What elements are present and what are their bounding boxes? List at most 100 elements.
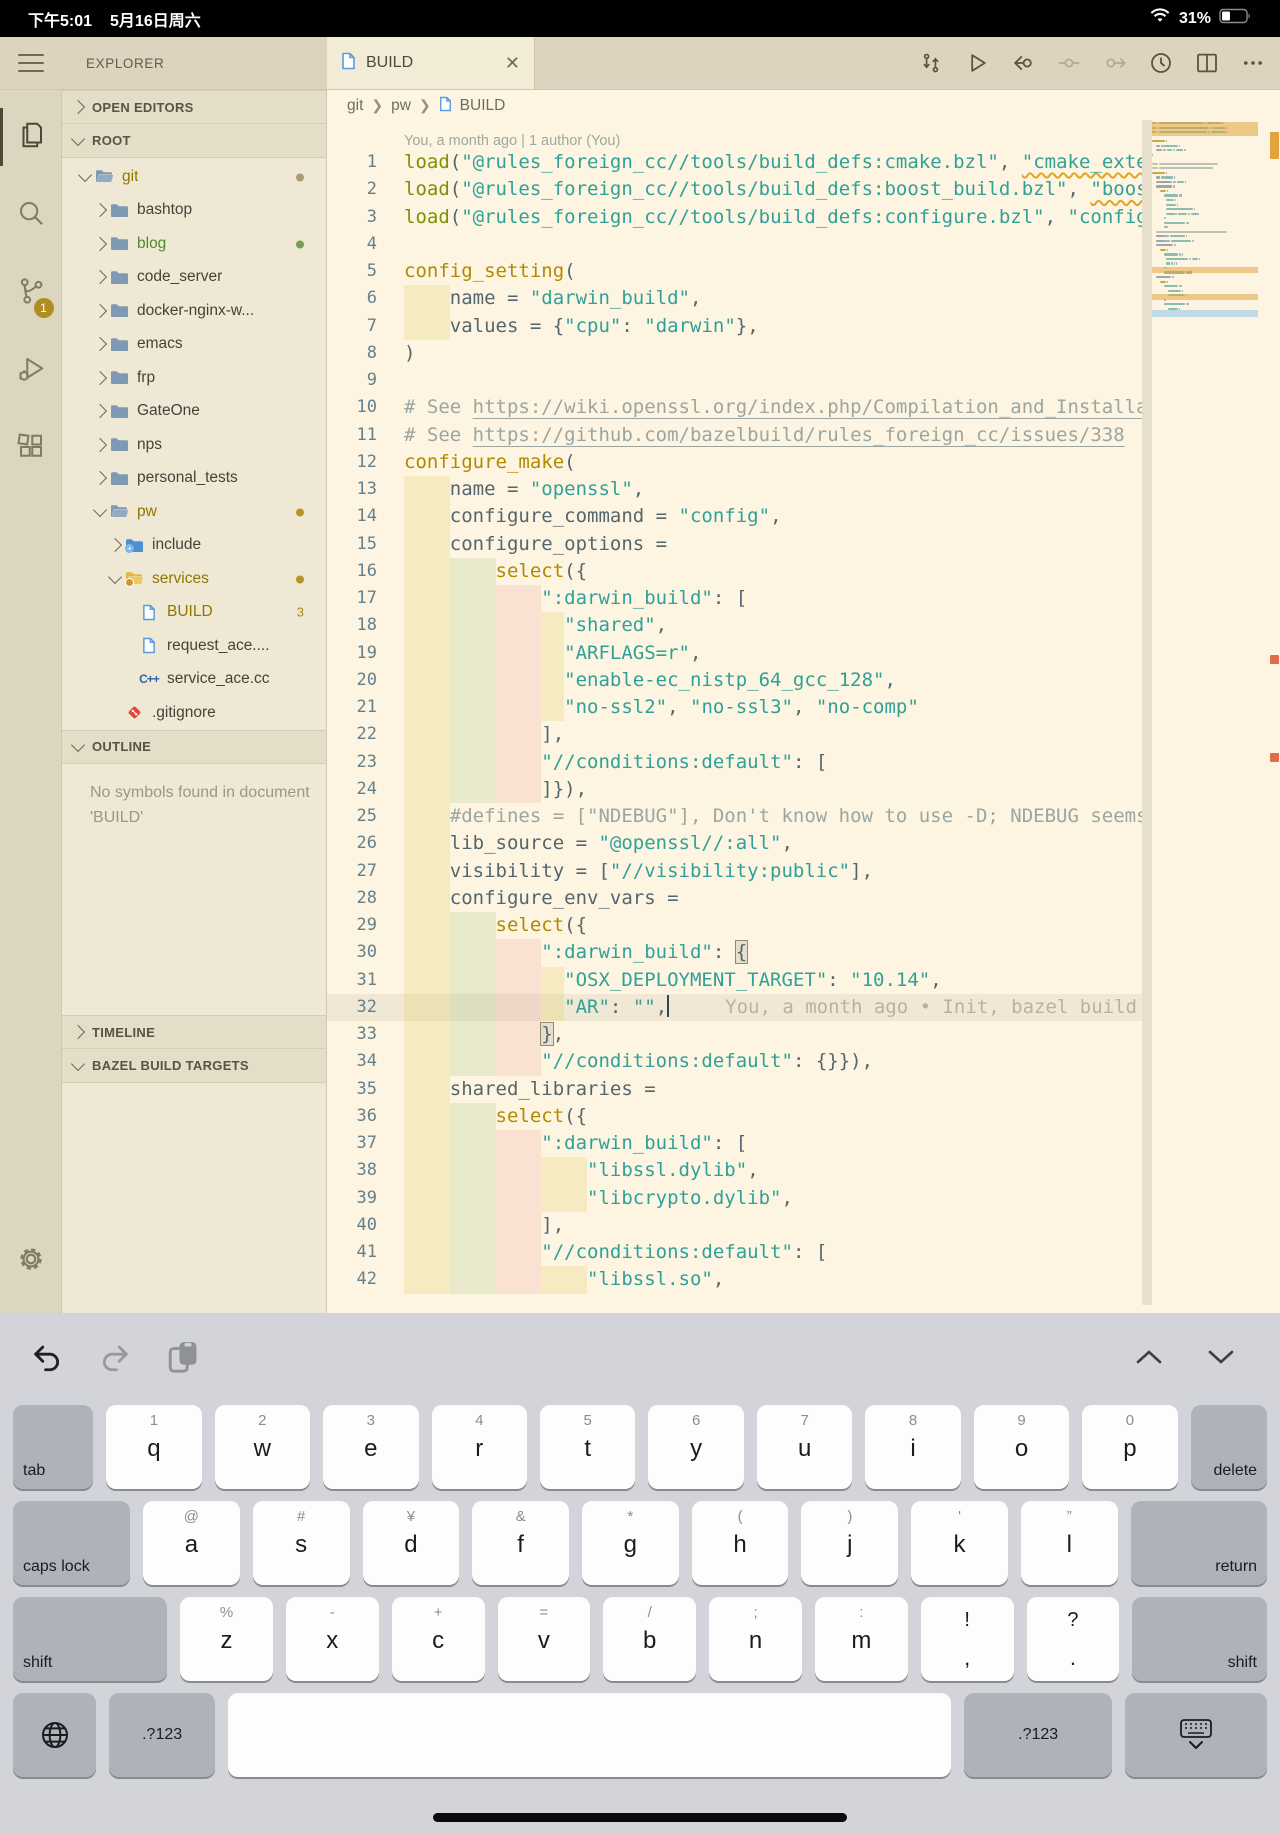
- key-keyboard-dismiss[interactable]: [1125, 1693, 1267, 1777]
- code-line-11[interactable]: 11 # See https://github.com/bazelbuild/ru…: [327, 422, 1142, 449]
- key-i[interactable]: 8i: [865, 1405, 961, 1489]
- scroll-up-icon[interactable]: [1134, 1347, 1164, 1372]
- menu-button[interactable]: [0, 37, 62, 89]
- key-shift[interactable]: shift: [1132, 1597, 1267, 1681]
- code-line-14[interactable]: 14 configure_command = "config",: [327, 503, 1142, 531]
- activity-explorer[interactable]: [0, 98, 62, 176]
- navigate-forward-icon[interactable]: [1102, 50, 1128, 76]
- tab-build[interactable]: BUILD ✕: [327, 37, 535, 89]
- minimap[interactable]: [1152, 122, 1258, 422]
- code-line-28[interactable]: 28 configure_env_vars =: [327, 884, 1142, 912]
- code-line-23[interactable]: 23 "//conditions:default": [: [327, 748, 1142, 776]
- code-line-36[interactable]: 36 select({: [327, 1102, 1142, 1130]
- code-line-12[interactable]: 12 configure_make(: [327, 449, 1142, 476]
- code-line-40[interactable]: 40],: [327, 1211, 1142, 1239]
- history-icon[interactable]: [1148, 50, 1174, 76]
- code-line-26[interactable]: 26 lib_source = "@openssl//:all",: [327, 830, 1142, 858]
- tree-item-git[interactable]: git: [62, 160, 326, 194]
- code-line-30[interactable]: 30 ":darwin_build": {: [327, 939, 1142, 967]
- code-line-8[interactable]: 8): [327, 340, 1142, 367]
- key-y[interactable]: 6y: [648, 1405, 744, 1489]
- section-root[interactable]: ROOT: [62, 124, 326, 158]
- key-c[interactable]: + c: [391, 1597, 485, 1681]
- key-space[interactable]: [228, 1693, 951, 1777]
- tree-item-service_ace.cc[interactable]: C++ service_ace.cc: [62, 663, 326, 697]
- key-shift[interactable]: shift: [13, 1597, 168, 1681]
- key-z[interactable]: % z: [180, 1597, 273, 1681]
- code-line-5[interactable]: 5 config_setting(: [327, 258, 1142, 285]
- activity-run-debug[interactable]: [0, 332, 62, 410]
- section-timeline[interactable]: TIMELINE: [62, 1015, 326, 1049]
- code-line-39[interactable]: 39 "libcrypto.dylib",: [327, 1184, 1142, 1212]
- key-g[interactable]: * g: [581, 1501, 679, 1585]
- tree-item-code_server[interactable]: code_server: [62, 261, 326, 295]
- code-line-29[interactable]: 29 select({: [327, 912, 1142, 940]
- code-line-13[interactable]: 13 name = "openssl",: [327, 476, 1142, 504]
- key-delete[interactable]: delete: [1190, 1405, 1268, 1489]
- code-line-10[interactable]: 10 # See https://wiki.openssl.org/index.p…: [327, 394, 1142, 421]
- key-a[interactable]: @ a: [143, 1501, 240, 1585]
- code-area[interactable]: You, a month ago | 1 author (You) 1 load(…: [327, 122, 1142, 1313]
- key-o[interactable]: 9o: [973, 1405, 1070, 1489]
- key-123[interactable]: .?123: [963, 1693, 1113, 1777]
- section-bazel-build-targets[interactable]: BAZEL BUILD TARGETS: [62, 1049, 326, 1083]
- key-x[interactable]: -x: [285, 1597, 379, 1681]
- code-line-2[interactable]: 2 load("@rules_foreign_cc//tools/build_de…: [327, 176, 1142, 203]
- tree-item-pw[interactable]: pw: [62, 495, 326, 529]
- tree-item-frp[interactable]: frp: [62, 361, 326, 395]
- breadcrumb-pw[interactable]: pw: [391, 97, 411, 115]
- split-editor-icon[interactable]: [1194, 50, 1220, 76]
- center-layout-icon[interactable]: [1056, 50, 1082, 76]
- key-f[interactable]: & f: [472, 1501, 569, 1585]
- code-line-27[interactable]: 27 visibility = ["//visibility:public"],: [327, 857, 1142, 885]
- key-tab[interactable]: tab: [13, 1405, 94, 1489]
- tree-item-emacs[interactable]: emacs: [62, 328, 326, 362]
- code-line-35[interactable]: 35 shared_libraries =: [327, 1075, 1142, 1103]
- compare-changes-icon[interactable]: [918, 50, 944, 76]
- tree-item-nps[interactable]: nps: [62, 428, 326, 462]
- code-line-9[interactable]: 9: [327, 367, 1142, 394]
- code-line-32[interactable]: 32 "AR": "", You, a month ago • Init, baze…: [327, 993, 1142, 1021]
- tree-item-blog[interactable]: blog: [62, 227, 326, 261]
- key-t[interactable]: 5t: [539, 1405, 636, 1489]
- tree-item-GateOne[interactable]: GateOne: [62, 395, 326, 429]
- key-123[interactable]: .?123: [109, 1693, 216, 1777]
- code-line-31[interactable]: 31 "OSX_DEPLOYMENT_TARGET": "10.14",: [327, 966, 1142, 994]
- key-v[interactable]: = v: [497, 1597, 591, 1681]
- section-outline[interactable]: OUTLINE: [62, 729, 326, 764]
- code-line-1[interactable]: 1 load("@rules_foreign_cc//tools/build_de…: [327, 149, 1142, 176]
- key-w[interactable]: 2w: [214, 1405, 311, 1489]
- code-line-22[interactable]: 22],: [327, 721, 1142, 749]
- key-l[interactable]: ” l: [1020, 1501, 1118, 1585]
- activity-source-control[interactable]: 1: [0, 254, 62, 332]
- code-line-38[interactable]: 38 "libssl.dylib",: [327, 1157, 1142, 1185]
- key-h[interactable]: (h: [691, 1501, 789, 1585]
- section-open-editors[interactable]: OPEN EDITORS: [62, 90, 326, 124]
- key-return[interactable]: return: [1130, 1501, 1268, 1585]
- code-line-17[interactable]: 17 ":darwin_build": [: [327, 585, 1142, 613]
- tree-item-services[interactable]: services: [62, 562, 326, 596]
- key-m[interactable]: :m: [814, 1597, 908, 1681]
- activity-search[interactable]: [0, 176, 62, 254]
- editor-scrollbar[interactable]: [1142, 120, 1152, 1305]
- run-icon[interactable]: [964, 50, 990, 76]
- home-indicator[interactable]: [433, 1813, 847, 1822]
- key-d[interactable]: ¥ d: [362, 1501, 460, 1585]
- code-line-19[interactable]: 19 "ARFLAGS=r",: [327, 639, 1142, 667]
- key-q[interactable]: 1q: [106, 1405, 202, 1489]
- code-line-18[interactable]: 18 "shared",: [327, 612, 1142, 640]
- paste-icon[interactable]: [166, 1340, 200, 1379]
- key-globe[interactable]: [13, 1693, 97, 1777]
- key-exclaim-comma[interactable]: !,: [920, 1597, 1014, 1681]
- code-line-3[interactable]: 3 load("@rules_foreign_cc//tools/build_de…: [327, 204, 1142, 231]
- key-k[interactable]: ' k: [911, 1501, 1008, 1585]
- code-line-21[interactable]: 21 "no-ssl2", "no-ssl3", "no-comp": [327, 694, 1142, 722]
- code-line-34[interactable]: 34 "//conditions:default": {}}),: [327, 1048, 1142, 1076]
- code-line-25[interactable]: 25 #defines = ["NDEBUG"], Don't know how …: [327, 803, 1142, 831]
- code-line-41[interactable]: 41 "//conditions:default": [: [327, 1239, 1142, 1267]
- code-line-7[interactable]: 7 values = {"cpu": "darwin"},: [327, 312, 1142, 340]
- undo-icon[interactable]: [30, 1340, 64, 1379]
- code-line-16[interactable]: 16 select({: [327, 557, 1142, 585]
- redo-icon[interactable]: [98, 1340, 132, 1379]
- tree-item-bashtop[interactable]: bashtop: [62, 194, 326, 228]
